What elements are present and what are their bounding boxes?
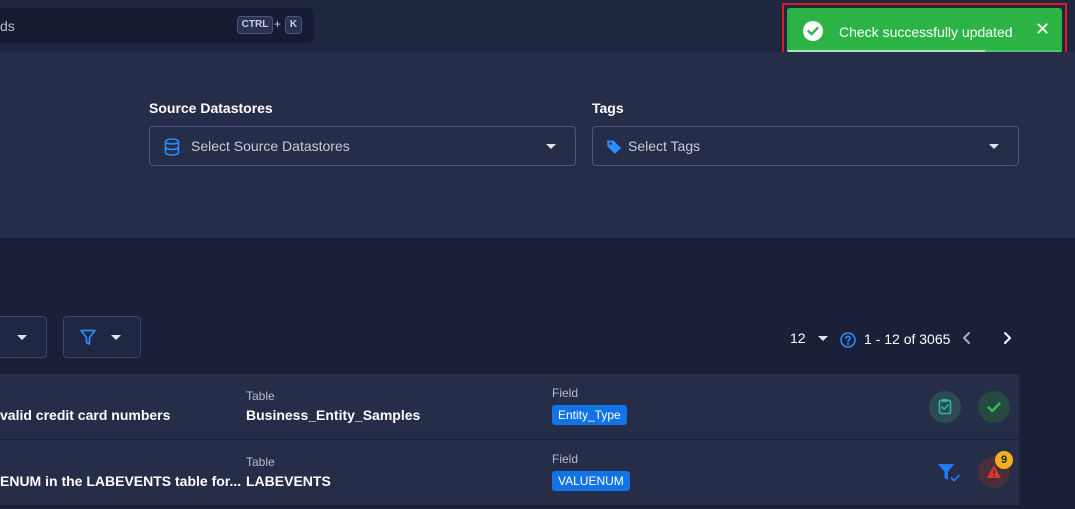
field-label: Field — [552, 386, 579, 400]
help-icon[interactable] — [840, 332, 856, 353]
close-icon[interactable]: ✕ — [1035, 20, 1050, 38]
tag-icon — [606, 139, 622, 160]
shortcut-plus: + — [274, 17, 282, 31]
toast-message: Check successfully updated — [839, 24, 1013, 40]
container-label: Table — [246, 389, 275, 403]
field-chip[interactable]: Entity_Type — [552, 405, 627, 425]
container-value[interactable]: LABEVENTS — [246, 473, 331, 489]
chevron-down-icon — [111, 335, 121, 340]
container-label: Table — [246, 455, 275, 469]
global-search[interactable]: ds CTRL + K — [0, 8, 314, 43]
container-value[interactable]: Business_Entity_Samples — [246, 407, 420, 423]
filter-icon — [80, 329, 96, 351]
chevron-down-icon[interactable] — [818, 336, 828, 341]
active-check-icon[interactable] — [978, 391, 1010, 423]
anomaly-count-badge: 9 — [995, 451, 1013, 469]
tags-select[interactable]: Select Tags — [592, 126, 1019, 166]
field-chip[interactable]: VALUENUM — [552, 471, 630, 491]
filter-check-icon[interactable] — [937, 462, 963, 489]
tags-placeholder: Select Tags — [628, 138, 701, 154]
filter-dropdown-button[interactable] — [63, 316, 141, 358]
chevron-left-icon[interactable] — [961, 331, 973, 350]
clipboard-check-icon[interactable] — [929, 391, 961, 423]
chevron-down-icon — [17, 335, 27, 340]
check-circle-icon — [803, 21, 823, 41]
tags-label: Tags — [592, 100, 624, 116]
check-description[interactable]: valid credit card numbers — [0, 407, 170, 423]
filter-panel: Source Datastores Select Source Datastor… — [0, 52, 1075, 238]
search-input[interactable]: ds — [0, 18, 15, 34]
shortcut-k-key: K — [285, 16, 302, 34]
chevron-right-icon[interactable] — [1001, 331, 1013, 350]
check-description[interactable]: ENUM in the LABEVENTS table for... — [0, 473, 241, 489]
sort-dropdown-button[interactable] — [0, 316, 47, 358]
table-row[interactable]: ENUM in the LABEVENTS table for... Table… — [0, 440, 1019, 506]
chevron-down-icon — [546, 144, 556, 149]
source-datastores-select[interactable]: Select Source Datastores — [149, 126, 576, 166]
source-datastores-label: Source Datastores — [149, 100, 273, 116]
shortcut-ctrl-key: CTRL — [237, 16, 273, 34]
pagination-range: 1 - 12 of 3065 — [864, 331, 951, 347]
source-datastores-placeholder: Select Source Datastores — [191, 138, 350, 154]
table-row[interactable]: valid credit card numbers Table Business… — [0, 374, 1019, 440]
page-size-select[interactable]: 12 — [790, 330, 806, 346]
toast-highlight: Check successfully updated ✕ — [782, 3, 1067, 58]
field-label: Field — [552, 452, 579, 466]
database-icon — [164, 138, 180, 161]
chevron-down-icon — [989, 144, 999, 149]
success-toast: Check successfully updated ✕ — [787, 8, 1062, 53]
